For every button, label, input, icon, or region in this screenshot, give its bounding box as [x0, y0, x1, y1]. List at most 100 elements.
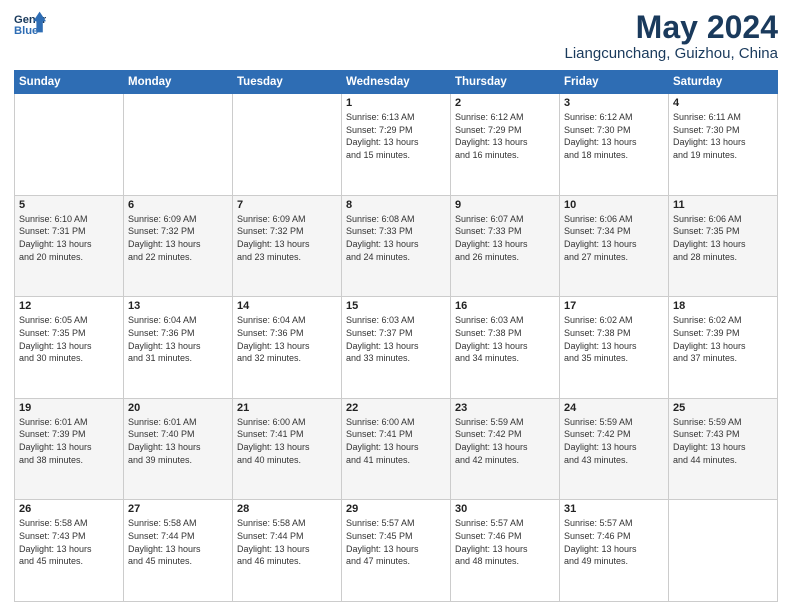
- calendar-cell: 10Sunrise: 6:06 AM Sunset: 7:34 PM Dayli…: [560, 195, 669, 297]
- day-info: Sunrise: 6:10 AM Sunset: 7:31 PM Dayligh…: [19, 213, 119, 263]
- calendar-week-row: 26 Sunrise: 5:58 AM Sunset: 7:43 PM Dayli…: [15, 500, 778, 602]
- weekday-header-cell: Sunday: [15, 71, 124, 94]
- calendar-cell: 7Sunrise: 6:09 AM Sunset: 7:32 PM Daylig…: [233, 195, 342, 297]
- calendar-cell: 28Sunrise: 5:58 AM Sunset: 7:44 PM Dayli…: [233, 500, 342, 602]
- calendar-week-row: 5 Sunrise: 6:10 AM Sunset: 7:31 PM Daylig…: [15, 195, 778, 297]
- calendar-cell: 18 Sunrise: 6:02 AM Sunset: 7:39 PM Dayli…: [669, 297, 778, 399]
- day-number: 5: [19, 199, 119, 211]
- day-info: Sunrise: 5:59 AM Sunset: 7:42 PM Dayligh…: [455, 416, 555, 466]
- day-info: Sunrise: 5:59 AM Sunset: 7:42 PM Dayligh…: [564, 416, 664, 466]
- calendar-cell: 8Sunrise: 6:08 AM Sunset: 7:33 PM Daylig…: [342, 195, 451, 297]
- calendar-cell: 2 Sunrise: 6:12 AM Sunset: 7:29 PM Daylig…: [451, 94, 560, 196]
- day-info: Sunrise: 6:13 AM Sunset: 7:29 PM Dayligh…: [346, 111, 446, 161]
- day-info: Sunrise: 5:57 AM Sunset: 7:46 PM Dayligh…: [564, 517, 664, 567]
- day-info: Sunrise: 6:03 AM Sunset: 7:37 PM Dayligh…: [346, 314, 446, 364]
- day-number: 30: [455, 503, 555, 515]
- day-info: Sunrise: 5:58 AM Sunset: 7:44 PM Dayligh…: [128, 517, 228, 567]
- calendar-cell: 19 Sunrise: 6:01 AM Sunset: 7:39 PM Dayli…: [15, 398, 124, 500]
- calendar-cell: 12 Sunrise: 6:05 AM Sunset: 7:35 PM Dayli…: [15, 297, 124, 399]
- weekday-header-cell: Thursday: [451, 71, 560, 94]
- day-info: Sunrise: 6:12 AM Sunset: 7:30 PM Dayligh…: [564, 111, 664, 161]
- calendar-cell: 15 Sunrise: 6:03 AM Sunset: 7:37 PM Dayli…: [342, 297, 451, 399]
- day-number: 21: [237, 402, 337, 414]
- weekday-header-cell: Tuesday: [233, 71, 342, 94]
- header: General Blue May 2024 Liangcunchang, Gui…: [14, 10, 778, 62]
- calendar-cell: [233, 94, 342, 196]
- day-info: Sunrise: 6:01 AM Sunset: 7:40 PM Dayligh…: [128, 416, 228, 466]
- page: General Blue May 2024 Liangcunchang, Gui…: [0, 0, 792, 612]
- day-number: 15: [346, 300, 446, 312]
- calendar-table: SundayMondayTuesdayWednesdayThursdayFrid…: [14, 70, 778, 602]
- day-number: 16: [455, 300, 555, 312]
- day-number: 14: [237, 300, 337, 312]
- day-info: Sunrise: 6:04 AM Sunset: 7:36 PM Dayligh…: [128, 314, 228, 364]
- calendar-cell: 6 Sunrise: 6:09 AM Sunset: 7:32 PM Daylig…: [124, 195, 233, 297]
- day-number: 12: [19, 300, 119, 312]
- day-info: Sunrise: 6:06 AM Sunset: 7:34 PM Dayligh…: [564, 213, 664, 263]
- calendar-cell: 24 Sunrise: 5:59 AM Sunset: 7:42 PM Dayli…: [560, 398, 669, 500]
- day-number: 3: [564, 97, 664, 109]
- calendar-cell: 17Sunrise: 6:02 AM Sunset: 7:38 PM Dayli…: [560, 297, 669, 399]
- calendar-cell: 20 Sunrise: 6:01 AM Sunset: 7:40 PM Dayli…: [124, 398, 233, 500]
- weekday-header-cell: Friday: [560, 71, 669, 94]
- calendar-week-row: 19 Sunrise: 6:01 AM Sunset: 7:39 PM Dayli…: [15, 398, 778, 500]
- calendar-cell: 25 Sunrise: 5:59 AM Sunset: 7:43 PM Dayli…: [669, 398, 778, 500]
- calendar-cell: 27 Sunrise: 5:58 AM Sunset: 7:44 PM Dayli…: [124, 500, 233, 602]
- calendar-cell: [669, 500, 778, 602]
- calendar-week-row: 1 Sunrise: 6:13 AM Sunset: 7:29 PM Daylig…: [15, 94, 778, 196]
- day-info: Sunrise: 6:07 AM Sunset: 7:33 PM Dayligh…: [455, 213, 555, 263]
- calendar-cell: 26 Sunrise: 5:58 AM Sunset: 7:43 PM Dayli…: [15, 500, 124, 602]
- calendar-cell: [124, 94, 233, 196]
- day-info: Sunrise: 6:06 AM Sunset: 7:35 PM Dayligh…: [673, 213, 773, 263]
- calendar-cell: 29 Sunrise: 5:57 AM Sunset: 7:45 PM Dayli…: [342, 500, 451, 602]
- calendar-cell: 22Sunrise: 6:00 AM Sunset: 7:41 PM Dayli…: [342, 398, 451, 500]
- day-number: 4: [673, 97, 773, 109]
- day-info: Sunrise: 5:57 AM Sunset: 7:46 PM Dayligh…: [455, 517, 555, 567]
- calendar-cell: 4 Sunrise: 6:11 AM Sunset: 7:30 PM Daylig…: [669, 94, 778, 196]
- day-number: 7: [237, 199, 337, 211]
- day-number: 11: [673, 199, 773, 211]
- day-info: Sunrise: 5:59 AM Sunset: 7:43 PM Dayligh…: [673, 416, 773, 466]
- day-number: 18: [673, 300, 773, 312]
- calendar-cell: 23 Sunrise: 5:59 AM Sunset: 7:42 PM Dayli…: [451, 398, 560, 500]
- calendar-subtitle: Liangcunchang, Guizhou, China: [565, 45, 779, 62]
- day-info: Sunrise: 6:11 AM Sunset: 7:30 PM Dayligh…: [673, 111, 773, 161]
- weekday-header-cell: Monday: [124, 71, 233, 94]
- day-number: 23: [455, 402, 555, 414]
- calendar-cell: 13 Sunrise: 6:04 AM Sunset: 7:36 PM Dayli…: [124, 297, 233, 399]
- day-info: Sunrise: 6:05 AM Sunset: 7:35 PM Dayligh…: [19, 314, 119, 364]
- calendar-cell: 30 Sunrise: 5:57 AM Sunset: 7:46 PM Dayli…: [451, 500, 560, 602]
- day-info: Sunrise: 6:08 AM Sunset: 7:33 PM Dayligh…: [346, 213, 446, 263]
- day-number: 17: [564, 300, 664, 312]
- day-number: 20: [128, 402, 228, 414]
- day-info: Sunrise: 5:58 AM Sunset: 7:44 PM Dayligh…: [237, 517, 337, 567]
- day-number: 6: [128, 199, 228, 211]
- calendar-cell: [15, 94, 124, 196]
- day-info: Sunrise: 6:02 AM Sunset: 7:39 PM Dayligh…: [673, 314, 773, 364]
- day-number: 29: [346, 503, 446, 515]
- day-number: 22: [346, 402, 446, 414]
- day-number: 13: [128, 300, 228, 312]
- day-number: 19: [19, 402, 119, 414]
- day-number: 27: [128, 503, 228, 515]
- day-info: Sunrise: 5:57 AM Sunset: 7:45 PM Dayligh…: [346, 517, 446, 567]
- calendar-week-row: 12 Sunrise: 6:05 AM Sunset: 7:35 PM Dayli…: [15, 297, 778, 399]
- day-number: 1: [346, 97, 446, 109]
- weekday-header: SundayMondayTuesdayWednesdayThursdayFrid…: [15, 71, 778, 94]
- calendar-cell: 11 Sunrise: 6:06 AM Sunset: 7:35 PM Dayli…: [669, 195, 778, 297]
- day-number: 2: [455, 97, 555, 109]
- weekday-header-cell: Wednesday: [342, 71, 451, 94]
- day-info: Sunrise: 5:58 AM Sunset: 7:43 PM Dayligh…: [19, 517, 119, 567]
- calendar-cell: 31Sunrise: 5:57 AM Sunset: 7:46 PM Dayli…: [560, 500, 669, 602]
- calendar-cell: 9Sunrise: 6:07 AM Sunset: 7:33 PM Daylig…: [451, 195, 560, 297]
- day-number: 25: [673, 402, 773, 414]
- calendar-cell: 16Sunrise: 6:03 AM Sunset: 7:38 PM Dayli…: [451, 297, 560, 399]
- day-info: Sunrise: 6:01 AM Sunset: 7:39 PM Dayligh…: [19, 416, 119, 466]
- day-info: Sunrise: 6:12 AM Sunset: 7:29 PM Dayligh…: [455, 111, 555, 161]
- day-number: 26: [19, 503, 119, 515]
- day-number: 24: [564, 402, 664, 414]
- logo: General Blue: [14, 10, 46, 38]
- calendar-cell: 1 Sunrise: 6:13 AM Sunset: 7:29 PM Daylig…: [342, 94, 451, 196]
- day-info: Sunrise: 6:09 AM Sunset: 7:32 PM Dayligh…: [128, 213, 228, 263]
- calendar-cell: 3 Sunrise: 6:12 AM Sunset: 7:30 PM Daylig…: [560, 94, 669, 196]
